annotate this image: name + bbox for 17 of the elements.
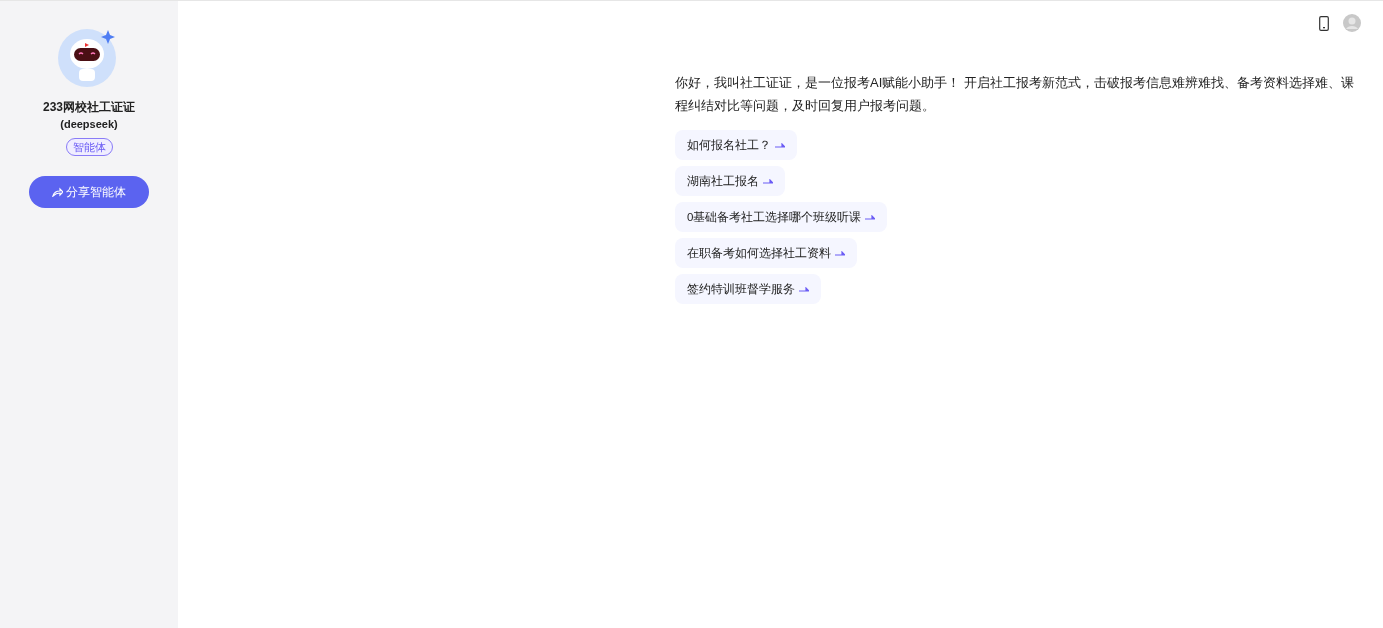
arrow-icon	[799, 286, 809, 292]
phone-icon[interactable]	[1319, 15, 1329, 31]
suggestion-chip[interactable]: 0基础备考社工选择哪个班级听课	[675, 202, 888, 232]
suggestion-chip[interactable]: 签约特训班督学服务	[675, 274, 821, 304]
greeting-message: 你好，我叫社工证证，是一位报考AI赋能小助手！ 开启社工报考新范式，击破报考信息难辨难找、备考资料选择难、课程纠结对比等问题，及时回复用户报考问题。	[675, 74, 1355, 115]
agent-tag: 智能体	[65, 138, 113, 156]
suggestion-chip[interactable]: 湖南社工报名	[675, 166, 785, 196]
suggestion-chip[interactable]: 在职备考如何选择社工资料	[675, 238, 857, 268]
agent-name: 233网校社工证证	[43, 99, 135, 116]
arrow-icon	[763, 178, 773, 184]
arrow-icon	[775, 142, 785, 148]
arrow-icon	[835, 250, 845, 256]
suggestion-chip[interactable]: 如何报名社工？	[675, 130, 797, 160]
arrow-icon	[865, 214, 876, 220]
share-button[interactable]: 分享智能体	[29, 176, 149, 208]
share-icon	[52, 187, 63, 197]
agent-model: (deepseek)	[60, 117, 118, 132]
